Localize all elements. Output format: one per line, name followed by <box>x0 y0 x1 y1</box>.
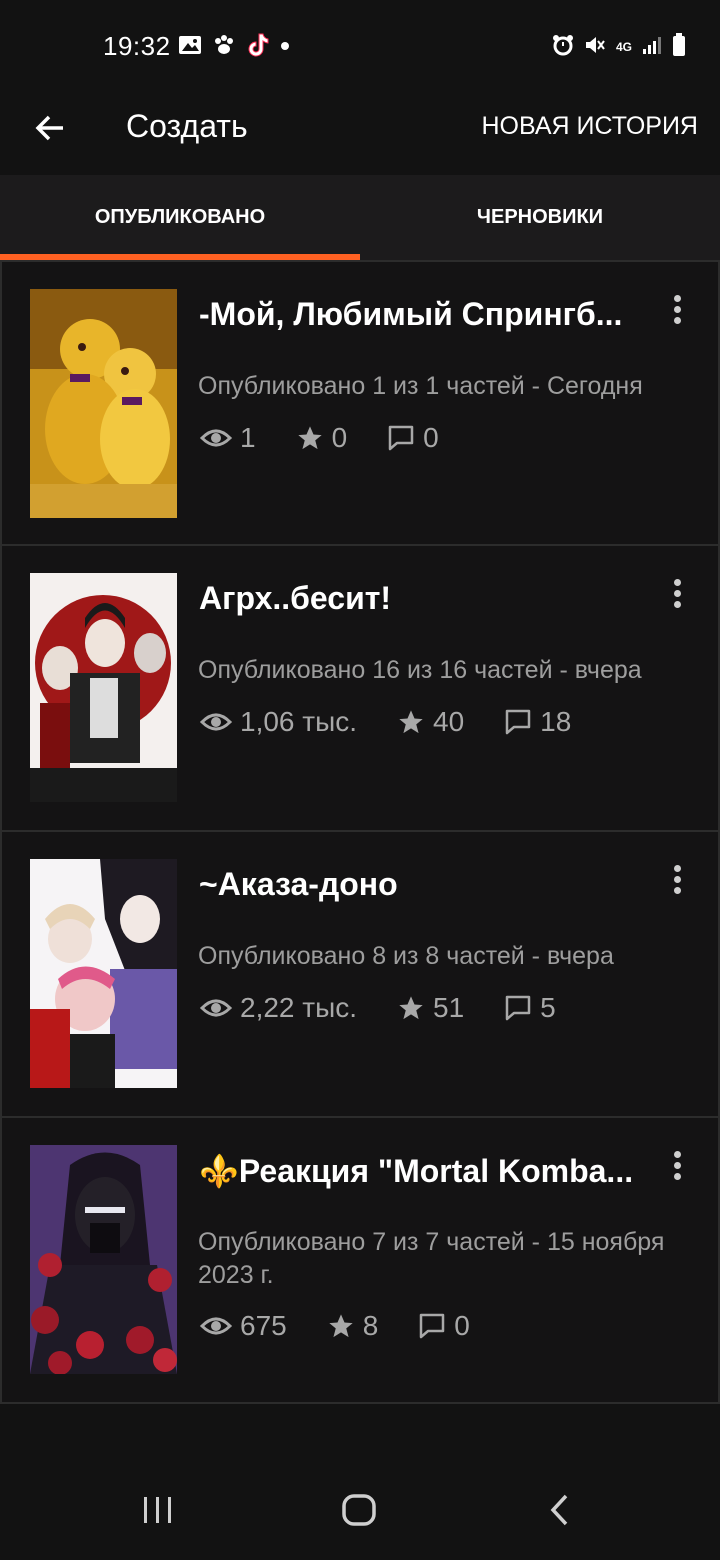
views-count: 675 <box>240 1310 287 1341</box>
story-meta: Опубликовано 16 из 16 частей - вчера <box>198 656 642 684</box>
dot-icon <box>280 38 290 56</box>
story-stats: 1,06 тыс. 40 18 <box>200 704 611 740</box>
tab-bar: ОПУБЛИКОВАНО ЧЕРНОВИКИ <box>0 175 720 260</box>
story-title[interactable]: ~Аказа-доно <box>199 866 649 903</box>
nav-back-button[interactable] <box>530 1488 590 1532</box>
eye-icon <box>200 713 232 731</box>
votes-stat: 0 <box>296 422 348 454</box>
alarm-icon <box>552 34 574 61</box>
status-time: 19:32 <box>103 31 171 61</box>
votes-count: 0 <box>331 422 348 453</box>
back-button[interactable] <box>26 104 74 152</box>
comments-count: 18 <box>540 706 572 737</box>
paw-icon <box>212 33 236 62</box>
image-icon <box>178 34 202 61</box>
story-card[interactable]: ~Аказа-доно Опубликовано 8 из 8 частей -… <box>0 832 720 1118</box>
tab-published[interactable]: ОПУБЛИКОВАНО <box>0 175 360 260</box>
votes-stat: 8 <box>327 1310 379 1342</box>
page-title: Создать <box>126 108 248 144</box>
views-count: 1 <box>240 422 256 453</box>
comments-count: 0 <box>423 422 439 453</box>
views-stat: 675 <box>200 1310 287 1342</box>
views-stat: 2,22 тыс. <box>200 992 357 1024</box>
votes-count: 40 <box>433 706 465 737</box>
votes-stat: 51 <box>397 992 464 1024</box>
story-card[interactable]: -Мой, Любимый Спрингб... Опубликовано 1 … <box>0 260 720 546</box>
views-count: 2,22 тыс. <box>240 992 358 1023</box>
status-right-icons: 4G <box>552 32 686 62</box>
home-icon <box>342 1494 376 1526</box>
votes-stat: 40 <box>397 706 464 738</box>
eye-icon <box>200 429 232 447</box>
story-list: -Мой, Любимый Спрингб... Опубликовано 1 … <box>0 260 720 1404</box>
mute-icon <box>584 34 606 61</box>
signal-icon <box>642 35 662 60</box>
story-title[interactable]: ⚜️Реакция "Mortal Komba... <box>199 1152 649 1190</box>
comment-icon <box>420 1313 445 1339</box>
back-icon <box>550 1494 568 1526</box>
more-options-button[interactable] <box>660 858 694 900</box>
battery-icon <box>672 32 686 62</box>
arrow-left-icon <box>35 115 63 141</box>
tiktok-icon <box>246 32 270 63</box>
views-stat: 1,06 тыс. <box>200 706 357 738</box>
star-icon <box>329 1314 353 1338</box>
star-icon <box>297 426 322 450</box>
star-icon <box>399 996 423 1020</box>
story-meta: Опубликовано 7 из 7 частей - 15 ноября 2… <box>198 1228 665 1289</box>
story-cover[interactable] <box>30 1145 177 1374</box>
views-stat: 1 <box>200 422 256 454</box>
comment-icon <box>505 709 531 735</box>
tab-drafts[interactable]: ЧЕРНОВИКИ <box>360 175 720 260</box>
comment-icon <box>388 425 414 451</box>
story-title[interactable]: -Мой, Любимый Спрингб... <box>199 296 649 333</box>
story-stats: 675 8 0 <box>200 1308 510 1344</box>
comments-stat: 0 <box>387 422 439 454</box>
comment-icon <box>505 995 531 1021</box>
status-bar: 19:32 4G <box>0 0 720 92</box>
story-title[interactable]: Агрх..бесит! <box>199 580 649 617</box>
status-left-icons <box>178 33 290 61</box>
recents-button[interactable] <box>128 1488 188 1532</box>
comments-stat: 5 <box>504 992 556 1024</box>
home-button[interactable] <box>329 1488 389 1532</box>
story-card[interactable]: ⚜️Реакция "Mortal Komba... Опубликовано … <box>0 1118 720 1404</box>
comments-stat: 0 <box>418 1310 470 1342</box>
eye-icon <box>200 1317 232 1335</box>
comments-count: 0 <box>454 1310 470 1341</box>
story-cover[interactable] <box>30 859 177 1088</box>
story-card[interactable]: Агрх..бесит! Опубликовано 16 из 16 часте… <box>0 546 720 832</box>
4g-icon: 4G <box>615 40 632 54</box>
star-icon <box>399 710 423 734</box>
story-stats: 2,22 тыс. 51 5 <box>200 990 596 1026</box>
views-count: 1,06 тыс. <box>240 706 358 737</box>
system-nav-bar <box>0 1460 720 1560</box>
story-meta: Опубликовано 1 из 1 частей - Сегодня <box>198 372 643 400</box>
recents-icon <box>144 1497 171 1523</box>
story-cover[interactable] <box>30 573 177 802</box>
eye-icon <box>200 999 232 1017</box>
votes-count: 51 <box>433 992 465 1023</box>
more-options-button[interactable] <box>660 572 694 614</box>
more-options-button[interactable] <box>660 288 694 330</box>
story-cover[interactable] <box>30 289 177 518</box>
comments-count: 5 <box>540 992 556 1023</box>
more-options-button[interactable] <box>660 1144 694 1186</box>
story-meta: Опубликовано 8 из 8 частей - вчера <box>198 942 614 970</box>
app-bar: Создать НОВАЯ ИСТОРИЯ <box>0 92 720 175</box>
new-story-button[interactable]: НОВАЯ ИСТОРИЯ <box>481 112 698 141</box>
story-stats: 1 0 0 <box>200 420 479 456</box>
comments-stat: 18 <box>504 706 571 738</box>
votes-count: 8 <box>362 1310 379 1341</box>
